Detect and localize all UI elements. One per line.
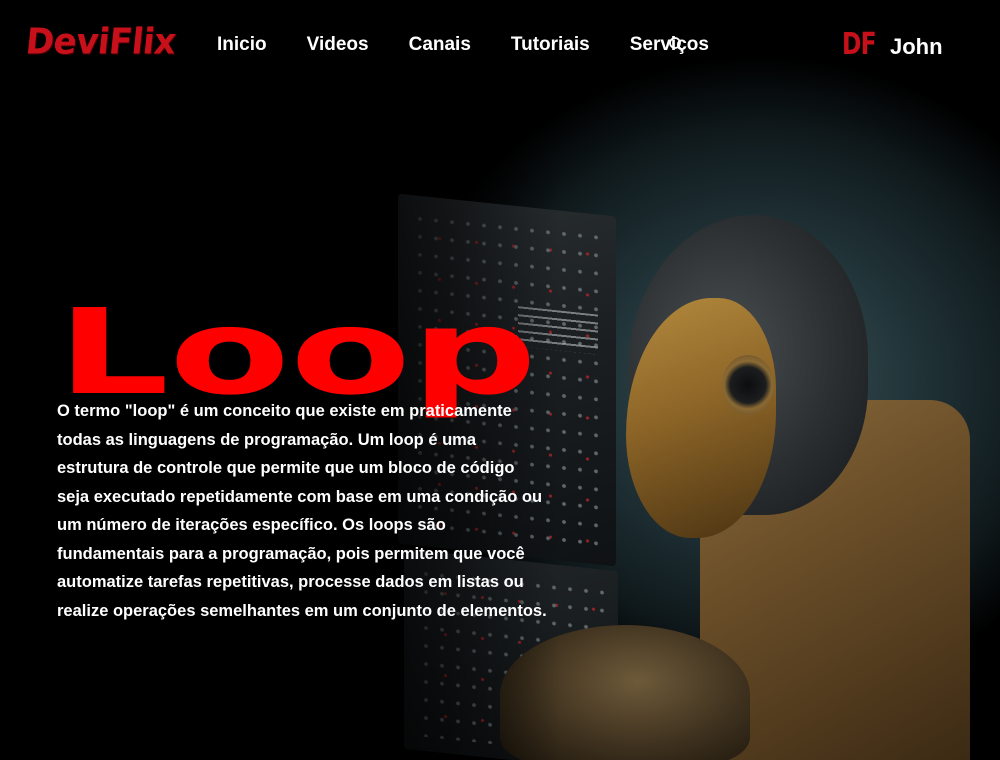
page: DeviFlix Inicio Videos Canais Tutoriais … <box>0 0 1000 760</box>
nav-link-inicio[interactable]: Inicio <box>217 33 267 57</box>
nav-link-canais[interactable]: Canais <box>409 33 471 57</box>
nav-link-tutoriais[interactable]: Tutoriais <box>511 33 590 57</box>
hero-description: O termo "loop" é um conceito que existe … <box>57 402 547 620</box>
search-icon[interactable] <box>668 36 684 52</box>
logo[interactable]: DeviFlix <box>24 21 178 63</box>
top-nav: DeviFlix Inicio Videos Canais Tutoriais … <box>0 0 1000 90</box>
brand-mark-icon: DF <box>842 27 877 62</box>
figure-eye-image <box>722 355 774 415</box>
user-name[interactable]: John <box>890 34 943 60</box>
nav-link-videos[interactable]: Videos <box>307 33 369 57</box>
